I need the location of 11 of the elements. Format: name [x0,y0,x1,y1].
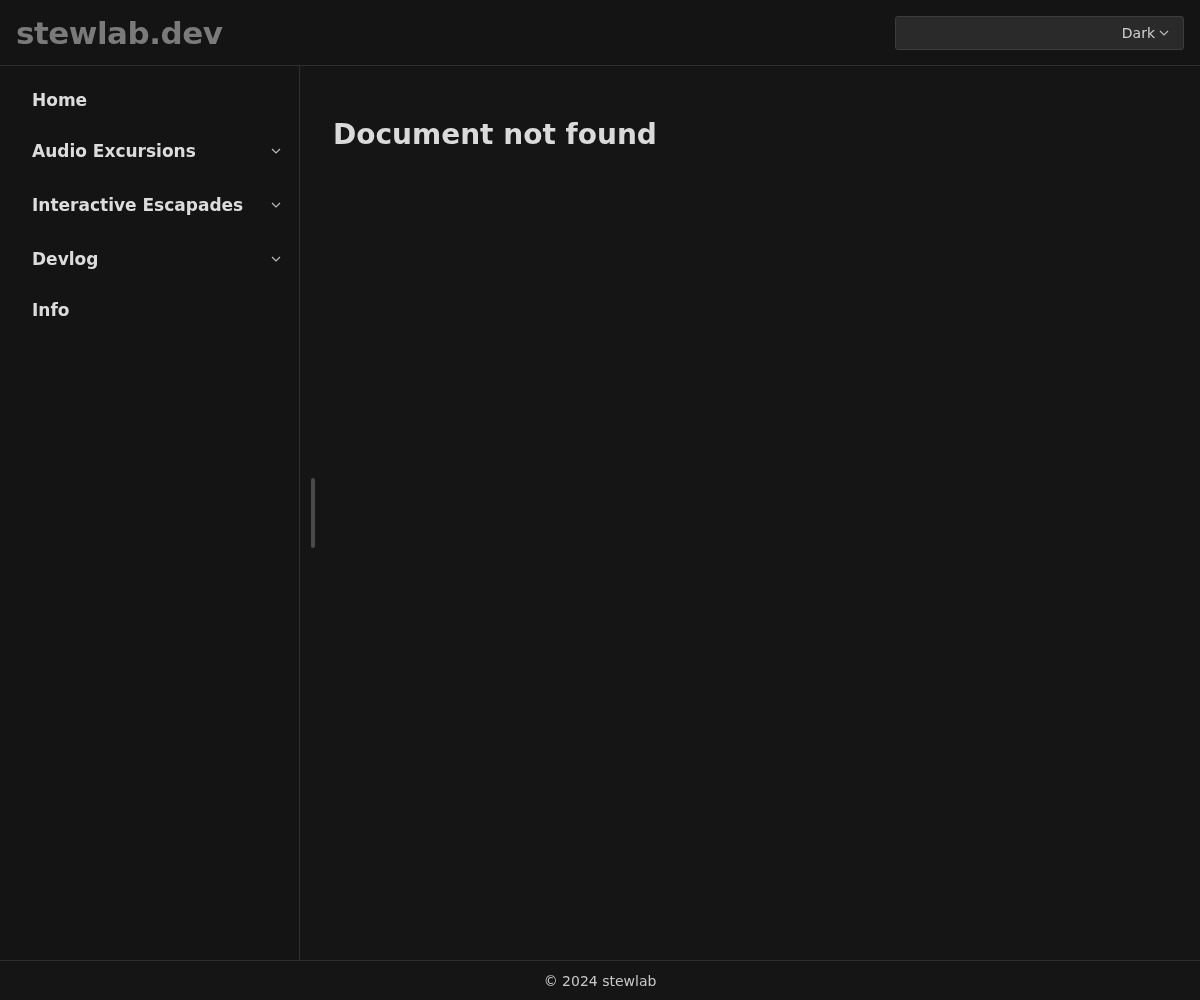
theme-select[interactable]: Dark [895,15,1184,50]
copyright-text: © 2024 stewlab [543,972,657,989]
sidebar-item[interactable]: Home [0,76,299,124]
resize-handle[interactable] [311,478,315,548]
page-heading: Document not found [333,118,657,151]
sidebar-item[interactable]: Devlog [0,232,299,286]
site-logo[interactable]: stewlab.dev [16,14,223,51]
chevron-icon [1159,29,1169,36]
sidebar-item[interactable]: Interactive Escapades [0,178,299,232]
sidebar-item[interactable]: Audio Excursions [0,124,299,178]
sidebar-item[interactable]: Info [0,286,299,334]
